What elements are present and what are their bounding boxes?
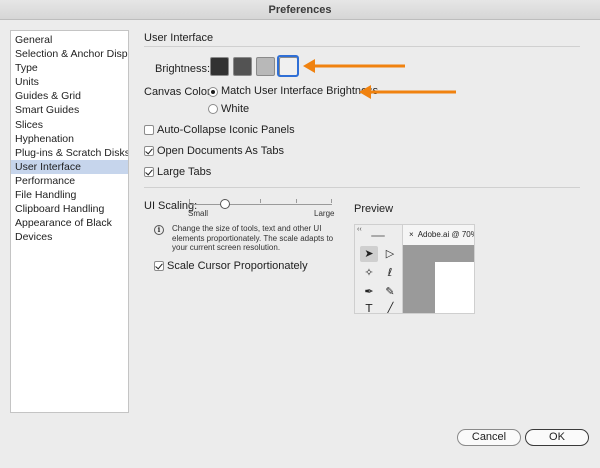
slider-tick bbox=[189, 199, 190, 203]
sidebar-item-smart-guides[interactable]: Smart Guides bbox=[11, 103, 128, 117]
canvas-white-radio[interactable] bbox=[208, 104, 218, 114]
open-docs-as-tabs-checkbox[interactable] bbox=[144, 146, 154, 156]
preview-artboard bbox=[435, 262, 474, 313]
tab-title: Adobe.ai @ 70% (RGB/ bbox=[417, 230, 474, 239]
cancel-button[interactable]: Cancel bbox=[457, 429, 521, 446]
ui-scaling-slider-track[interactable] bbox=[189, 204, 332, 205]
sidebar-item-units[interactable]: Units bbox=[11, 75, 128, 89]
info-icon: i bbox=[154, 225, 164, 235]
auto-collapse-label: Auto-Collapse Iconic Panels bbox=[157, 124, 295, 136]
arrow-annotation-canvas-color bbox=[359, 85, 456, 99]
ui-scaling-min-label: Small bbox=[188, 209, 209, 218]
panel-grip bbox=[371, 235, 385, 237]
sidebar-item-hyphenation[interactable]: Hyphenation bbox=[11, 132, 128, 146]
sidebar-item-file-handling[interactable]: File Handling bbox=[11, 188, 128, 202]
window-title: Preferences bbox=[0, 0, 600, 20]
collapse-panel-icon: ‹‹ bbox=[357, 226, 362, 233]
sidebar-item-clipboard-handling[interactable]: Clipboard Handling bbox=[11, 202, 128, 216]
preferences-sidebar: GeneralSelection & Anchor DisplayTypeUni… bbox=[10, 30, 129, 413]
canvas-match-radio[interactable] bbox=[208, 87, 218, 97]
ui-scaling-info-text: Change the size of tools, text and other… bbox=[172, 224, 334, 252]
sidebar-item-performance[interactable]: Performance bbox=[11, 174, 128, 188]
canvas-match-label: Match User Interface Brightness bbox=[221, 85, 379, 97]
brightness-swatch-dark[interactable] bbox=[210, 57, 229, 76]
lasso-tool-icon: ℓ bbox=[387, 266, 393, 279]
sidebar-item-selection-anchor-display[interactable]: Selection & Anchor Display bbox=[11, 47, 128, 61]
canvas-color-label: Canvas Color: bbox=[144, 86, 214, 98]
sidebar-item-user-interface[interactable]: User Interface bbox=[11, 159, 128, 174]
large-tabs-label: Large Tabs bbox=[157, 166, 212, 178]
preview-toolbar: ‹‹ ➤ ▷ ✧ ℓ ✒ ✎ T ╱ bbox=[355, 225, 403, 314]
section-divider bbox=[144, 46, 580, 47]
open-docs-as-tabs-label: Open Documents As Tabs bbox=[157, 145, 284, 157]
sidebar-item-devices[interactable]: Devices bbox=[11, 230, 128, 244]
selection-tool-icon: ➤ bbox=[360, 246, 378, 262]
section-title: User Interface bbox=[144, 32, 214, 44]
ok-button[interactable]: OK bbox=[525, 429, 589, 446]
sidebar-item-guides-grid[interactable]: Guides & Grid bbox=[11, 89, 128, 103]
scale-cursor-checkbox[interactable] bbox=[154, 261, 164, 271]
canvas-white-label: White bbox=[221, 103, 250, 115]
tab-close-icon: × bbox=[409, 230, 414, 239]
ui-scaling-max-label: Large bbox=[314, 209, 335, 218]
brightness-label: Brightness: bbox=[155, 63, 211, 75]
sidebar-item-slices[interactable]: Slices bbox=[11, 118, 128, 132]
slider-tick bbox=[331, 199, 332, 203]
line-tool-icon: ╱ bbox=[386, 302, 394, 314]
arrow-annotation-brightness bbox=[303, 59, 405, 73]
sidebar-item-general[interactable]: General bbox=[11, 33, 128, 47]
slider-tick bbox=[296, 199, 297, 203]
sidebar-item-appearance-of-black[interactable]: Appearance of Black bbox=[11, 216, 128, 230]
scale-cursor-label: Scale Cursor Proportionately bbox=[167, 260, 308, 272]
pen-tool-icon: ✒ bbox=[364, 285, 374, 298]
section-divider-mid bbox=[144, 187, 580, 188]
ui-scaling-slider-thumb[interactable] bbox=[219, 199, 230, 209]
preview-document-tab: × Adobe.ai @ 70% (RGB/ bbox=[403, 225, 474, 245]
brightness-selection-ring bbox=[277, 55, 299, 77]
auto-collapse-checkbox[interactable] bbox=[144, 125, 154, 135]
direct-selection-tool-icon: ▷ bbox=[385, 247, 395, 260]
preview-label: Preview bbox=[354, 203, 394, 215]
sidebar-item-type[interactable]: Type bbox=[11, 61, 128, 75]
large-tabs-checkbox[interactable] bbox=[144, 167, 154, 177]
brightness-swatch-medium-dark[interactable] bbox=[233, 57, 252, 76]
slider-tick bbox=[260, 199, 261, 203]
brightness-swatch-medium-light[interactable] bbox=[256, 57, 275, 76]
curvature-tool-icon: ✎ bbox=[385, 285, 395, 298]
sidebar-item-plug-ins-scratch-disks[interactable]: Plug-ins & Scratch Disks bbox=[11, 146, 128, 160]
magic-wand-tool-icon: ✧ bbox=[364, 266, 374, 279]
type-tool-icon: T bbox=[365, 302, 373, 314]
ui-preview: ‹‹ ➤ ▷ ✧ ℓ ✒ ✎ T ╱ × Adobe.ai @ 70% (RGB… bbox=[354, 224, 475, 314]
